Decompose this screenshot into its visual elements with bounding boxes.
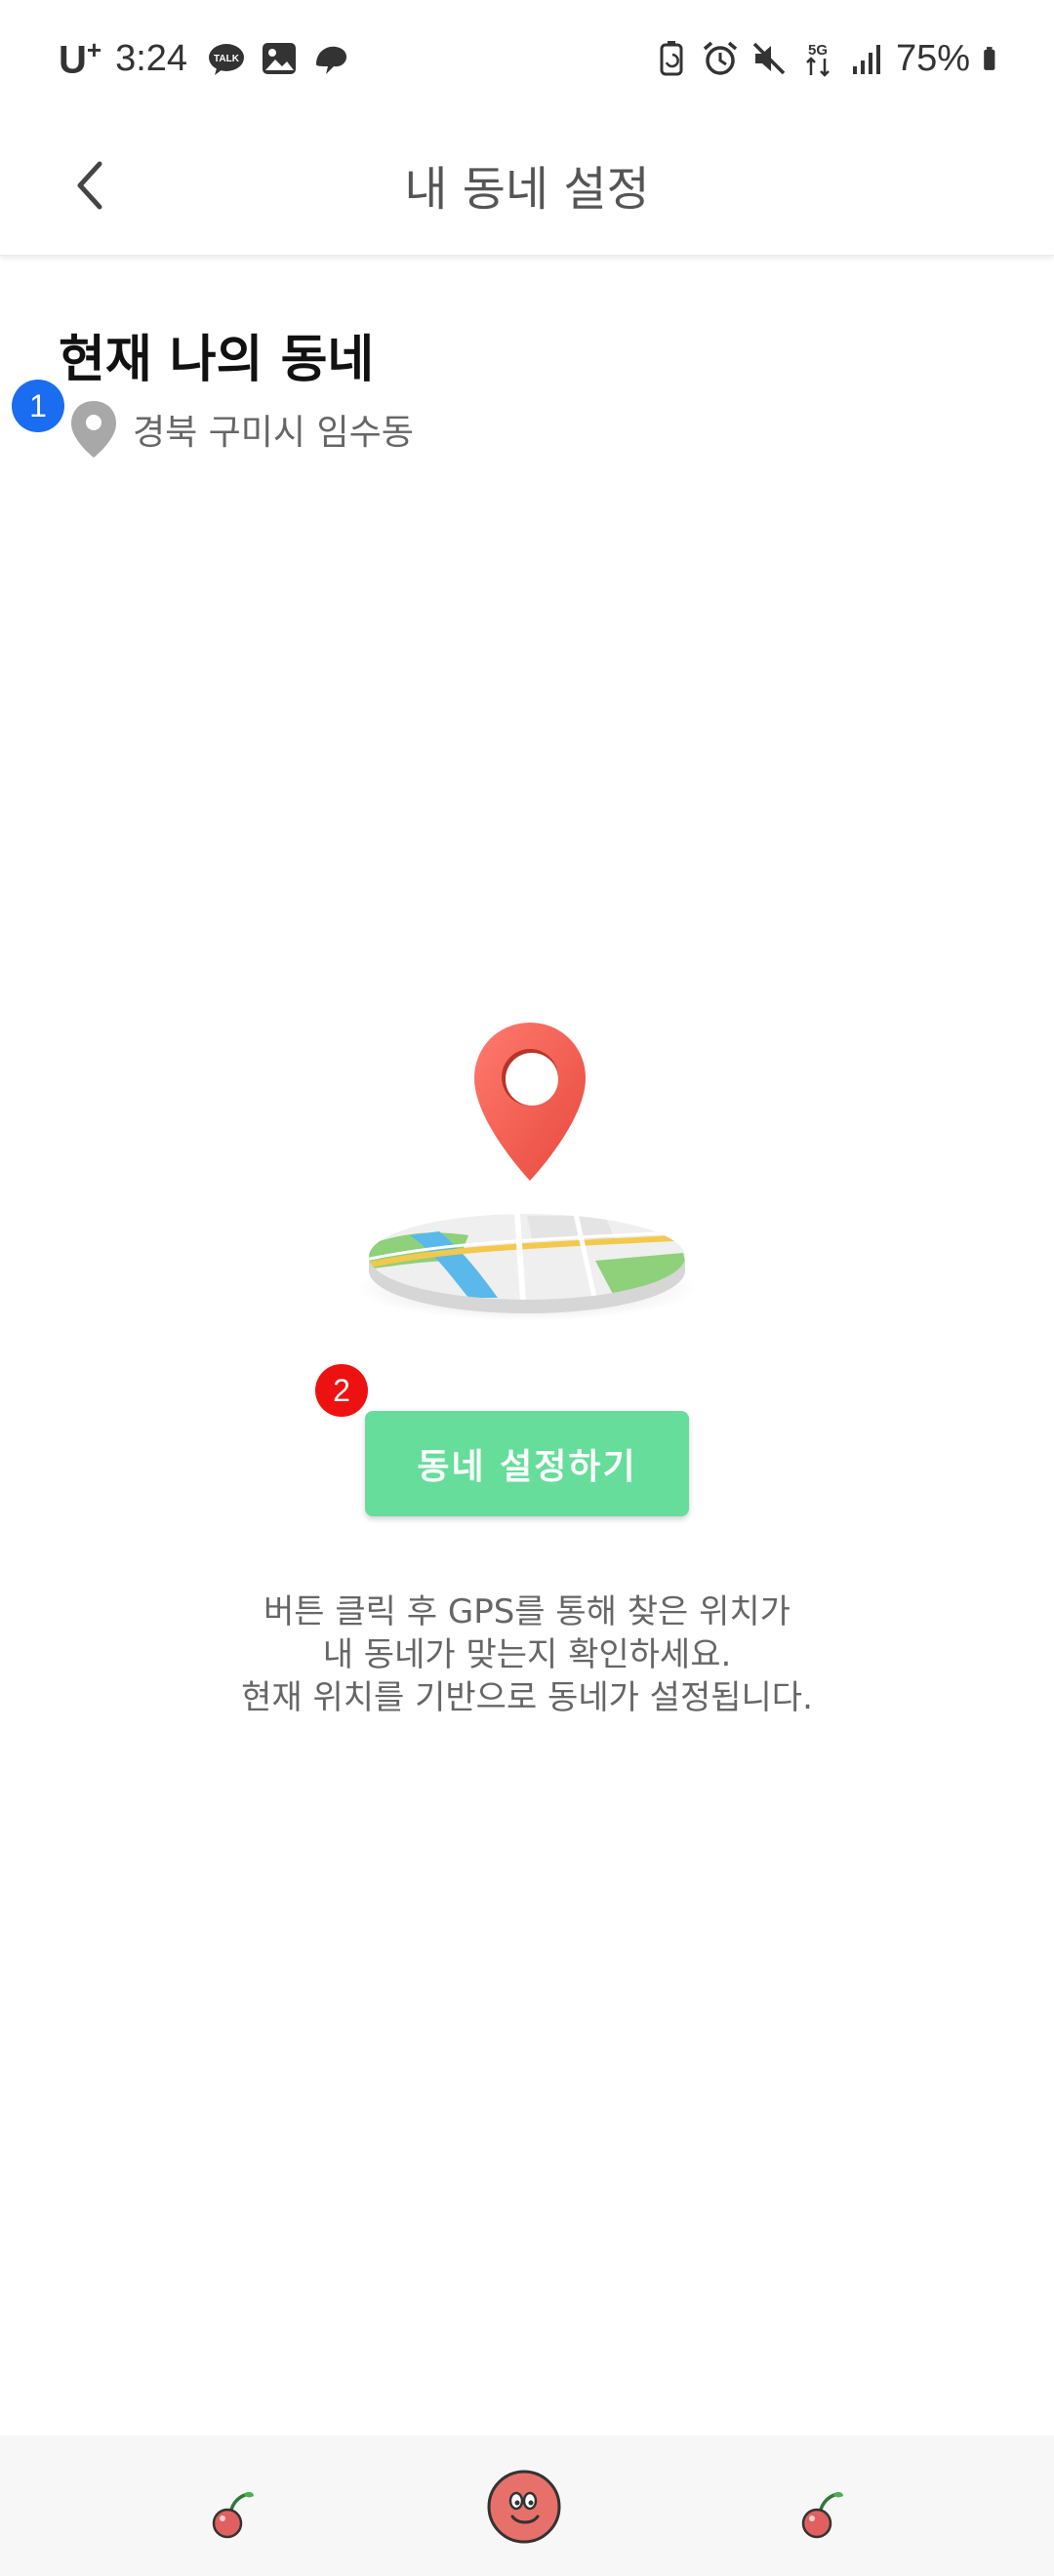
- nav-right-button[interactable]: [781, 2476, 859, 2555]
- cherry-icon: [801, 2491, 843, 2539]
- carrier-label: U+: [59, 34, 102, 82]
- 5g-icon: 5G: [806, 42, 830, 77]
- location-text: 경북 구미시 임수동: [133, 413, 414, 453]
- kakaotalk-icon: TALK: [209, 44, 245, 75]
- set-neighborhood-button[interactable]: 동네 설정하기: [365, 1411, 689, 1516]
- nav-home-button[interactable]: [482, 2465, 566, 2549]
- status-time: 3:24: [115, 37, 188, 79]
- mascot-icon: [487, 2470, 561, 2544]
- page-title: 내 동네 설정: [404, 162, 650, 217]
- status-right: 5G 75%: [652, 31, 1007, 86]
- mute-icon: [752, 42, 786, 75]
- instruction-line-1: 버튼 클릭 후 GPS를 통해 찾은 위치가: [264, 1592, 790, 1631]
- battery-saver-icon: [660, 41, 683, 76]
- battery-percent: 75%: [895, 37, 970, 79]
- map-pin-icon: [71, 401, 116, 458]
- alarm-icon: [703, 41, 738, 75]
- instruction-line-2: 내 동네가 맞는지 확인하세요.: [322, 1635, 732, 1674]
- nav-left-button[interactable]: [191, 2476, 269, 2555]
- status-left: U+ 3:24 TALK: [59, 31, 351, 86]
- instruction-text: 버튼 클릭 후 GPS를 통해 찾은 위치가 내 동네가 맞는지 확인하세요. …: [0, 1590, 1054, 1719]
- messenger-icon: [316, 46, 347, 74]
- annotation-badge-1: 1: [12, 380, 64, 432]
- app-header: 내 동네 설정: [0, 115, 1054, 256]
- current-location: 경북 구미시 임수동: [68, 398, 414, 461]
- signal-icon: [852, 45, 880, 74]
- current-area-title: 현재 나의 동네: [59, 331, 375, 389]
- status-bar: U+ 3:24 TALK 5G 75%: [0, 0, 1054, 115]
- gallery-icon: [263, 43, 297, 74]
- svg-text:TALK: TALK: [214, 54, 240, 64]
- bottom-nav: [0, 2435, 1054, 2576]
- instruction-line-3: 현재 위치를 기반으로 동네가 설정됩니다.: [241, 1678, 813, 1717]
- annotation-badge-2: 2: [315, 1364, 368, 1417]
- cherry-icon: [212, 2491, 254, 2539]
- battery-icon: [984, 47, 995, 70]
- svg-text:5G: 5G: [808, 42, 828, 59]
- map-location-illustration: [356, 1023, 698, 1321]
